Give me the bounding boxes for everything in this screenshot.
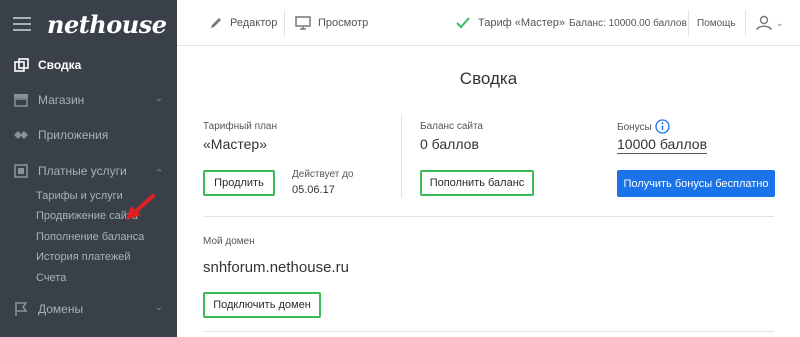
main-content: Сводка Тарифный план «Мастер» Продлить Д… (177, 47, 800, 337)
get-free-bonuses-button[interactable]: Получить бонусы бесплатно (617, 170, 775, 197)
domain-value: snhforum.nethouse.ru (203, 259, 349, 276)
chevron-down-icon: ⌄ (154, 302, 163, 313)
hamburger-menu-icon[interactable] (13, 17, 31, 31)
balance-indicator[interactable]: Баланс: 10000.00 баллов (569, 0, 687, 46)
logo[interactable]: nethouse (47, 10, 167, 39)
copy-icon (13, 57, 29, 73)
pencil-icon (211, 18, 221, 28)
store-icon (13, 92, 29, 108)
sidebar-header: nethouse (0, 0, 177, 48)
plan-label: Тарифный план (203, 121, 278, 132)
topup-balance-button[interactable]: Пополнить баланс (420, 170, 534, 196)
extend-plan-button[interactable]: Продлить (203, 170, 275, 196)
sidebar-item-label: Сводка (38, 58, 82, 72)
editor-label: Редактор (230, 17, 278, 29)
wallet-icon (13, 163, 29, 179)
editor-button[interactable]: Редактор (209, 0, 277, 46)
red-arrow-icon (126, 194, 155, 220)
sidebar-subitem-payment-history[interactable]: История платежей (36, 251, 131, 263)
preview-label: Просмотр (318, 17, 369, 29)
sidebar-subitem-tariffs[interactable]: Тарифы и услуги (36, 190, 123, 202)
sidebar-item-paid-services[interactable]: Платные услуги ⌄ (0, 159, 177, 183)
checkmark-icon (456, 17, 470, 29)
sidebar: nethouse Сводка Магазин ⌄ Приложения Пла… (0, 0, 177, 337)
sidebar-item-label: Домены (38, 302, 84, 316)
bonus-label: Бонусы (617, 122, 652, 133)
balance-label: Баланс сайта (420, 121, 483, 132)
valid-until-date: 05.06.17 (292, 184, 335, 196)
tariff-indicator[interactable]: Тариф «Мастер» (456, 0, 565, 46)
flag-icon (13, 301, 29, 317)
domain-label: Мой домен (203, 236, 255, 247)
monitor-icon (295, 16, 311, 30)
plan-value: «Мастер» (203, 136, 268, 152)
sidebar-item-svodka[interactable]: Сводка (0, 53, 177, 77)
chevron-up-icon: ⌄ (154, 166, 163, 177)
sidebar-item-store[interactable]: Магазин ⌄ (0, 88, 177, 112)
sidebar-subitem-topup[interactable]: Пополнение баланса (36, 231, 144, 243)
tariff-label: Тариф «Мастер» (478, 17, 566, 29)
sidebar-item-label: Платные услуги (38, 164, 127, 178)
page-title: Сводка (459, 69, 518, 88)
puzzle-icon (13, 127, 29, 143)
sidebar-item-apps[interactable]: Приложения (0, 123, 177, 147)
sidebar-item-label: Магазин (38, 93, 85, 107)
connect-domain-button[interactable]: Подключить домен (203, 292, 321, 318)
preview-button[interactable]: Просмотр (295, 0, 368, 46)
help-link[interactable]: Помощь (697, 0, 736, 46)
chevron-down-icon: ⌄ (154, 93, 163, 104)
sidebar-item-label: Приложения (38, 128, 109, 142)
user-icon (756, 15, 772, 31)
chevron-down-icon: ⌄ (776, 17, 784, 28)
sidebar-subitem-invoices[interactable]: Счета (36, 272, 66, 284)
valid-until-label: Действует до (292, 169, 354, 180)
top-bar: Редактор Просмотр Тариф «Мастер» Баланс:… (177, 0, 800, 46)
user-menu[interactable]: ⌄ (755, 0, 784, 46)
balance-value: 0 баллов (420, 136, 479, 152)
sidebar-item-domains[interactable]: Домены ⌄ (0, 297, 177, 321)
bonus-value[interactable]: 10000 баллов (617, 136, 708, 154)
